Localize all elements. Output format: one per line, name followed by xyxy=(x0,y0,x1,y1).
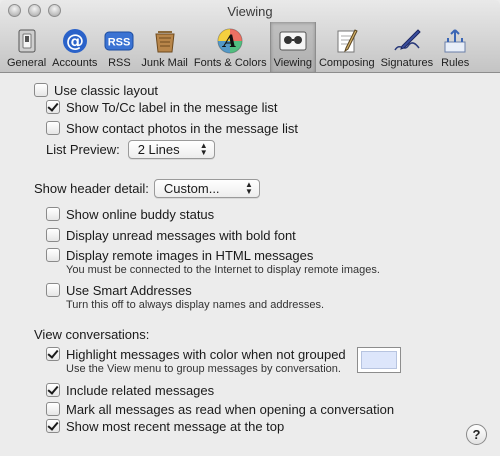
at-sign-icon: @ xyxy=(59,27,91,55)
recent-top-checkbox[interactable] xyxy=(46,419,60,433)
contact-photos-checkbox[interactable] xyxy=(46,121,60,135)
bold-unread-option[interactable]: Display unread messages with bold font xyxy=(46,226,296,244)
viewing-icon xyxy=(277,27,309,55)
toolbar-rss-label: RSS xyxy=(108,57,131,69)
rules-icon xyxy=(439,27,471,55)
preferences-window: Viewing General @ Accounts RSS RSS Junk … xyxy=(0,0,500,456)
toolbar-composing[interactable]: Composing xyxy=(316,22,378,72)
list-preview-label: List Preview: xyxy=(46,141,120,157)
list-preview-value: 2 Lines xyxy=(137,141,180,157)
contact-photos-label: Show contact photos in the message list xyxy=(66,120,298,136)
mark-read-option[interactable]: Mark all messages as read when opening a… xyxy=(46,400,394,418)
toolbar-rules[interactable]: Rules xyxy=(436,22,474,72)
header-detail-value: Custom... xyxy=(163,180,220,196)
classic-layout-label: Use classic layout xyxy=(54,82,159,98)
recent-top-label: Show most recent message at the top xyxy=(66,418,285,434)
titlebar: Viewing xyxy=(0,0,500,22)
remote-images-note: You must be connected to the Internet to… xyxy=(66,264,380,276)
bold-unread-checkbox[interactable] xyxy=(46,228,60,242)
header-detail-label: Show header detail: xyxy=(34,180,149,196)
include-related-option[interactable]: Include related messages xyxy=(46,381,214,399)
remote-images-checkbox[interactable] xyxy=(46,248,60,262)
view-conversations-heading: View conversations: xyxy=(34,326,150,342)
toolbar-viewing-label: Viewing xyxy=(273,57,312,69)
to-cc-label-label: Show To/Cc label in the message list xyxy=(66,99,278,115)
toolbar-accounts-label: Accounts xyxy=(52,57,98,69)
toolbar-signatures-label: Signatures xyxy=(380,57,434,69)
highlight-color-well[interactable] xyxy=(357,347,401,373)
svg-text:@: @ xyxy=(66,31,84,52)
remote-images-option[interactable]: Display remote images in HTML messages xyxy=(46,246,313,264)
color-a-icon: A xyxy=(214,27,246,55)
contact-photos-option[interactable]: Show contact photos in the message list xyxy=(46,119,298,137)
smart-addresses-label: Use Smart Addresses xyxy=(66,282,192,298)
bold-unread-label: Display unread messages with bold font xyxy=(66,227,296,243)
header-detail-popup[interactable]: Custom... ▲ ▼ xyxy=(153,178,260,198)
junk-mail-icon xyxy=(149,27,181,55)
smart-addresses-option[interactable]: Use Smart Addresses xyxy=(46,281,192,299)
recent-top-option[interactable]: Show most recent message at the top xyxy=(46,417,284,435)
include-related-label: Include related messages xyxy=(66,382,215,398)
svg-text:A: A xyxy=(222,32,237,52)
highlight-messages-checkbox[interactable] xyxy=(46,347,60,361)
toolbar-fonts-colors[interactable]: A Fonts & Colors xyxy=(191,22,270,72)
highlight-messages-option[interactable]: Highlight messages with color when not g… xyxy=(46,345,346,363)
toolbar-rules-label: Rules xyxy=(441,57,470,69)
mark-read-checkbox[interactable] xyxy=(46,402,60,416)
toolbar-junk-mail-label: Junk Mail xyxy=(141,57,188,69)
svg-text:RSS: RSS xyxy=(108,37,131,49)
classic-layout-checkbox[interactable] xyxy=(34,83,48,97)
pen-paper-icon xyxy=(331,27,363,55)
toolbar-junk-mail[interactable]: Junk Mail xyxy=(138,22,190,72)
viewing-preferences-pane: Use classic layout Show To/Cc label in t… xyxy=(0,74,500,456)
toolbar-accounts[interactable]: @ Accounts xyxy=(49,22,100,72)
toolbar-general-label: General xyxy=(7,57,47,69)
smart-addresses-note: Turn this off to always display names an… xyxy=(66,299,325,311)
buddy-status-option[interactable]: Show online buddy status xyxy=(46,205,214,223)
to-cc-label-checkbox[interactable] xyxy=(46,100,60,114)
classic-layout-option[interactable]: Use classic layout xyxy=(34,81,158,99)
list-preview-popup[interactable]: 2 Lines ▲ ▼ xyxy=(127,139,215,159)
buddy-status-label: Show online buddy status xyxy=(66,206,215,222)
buddy-status-checkbox[interactable] xyxy=(46,207,60,221)
signature-pen-icon xyxy=(391,27,423,55)
smart-addresses-checkbox[interactable] xyxy=(46,283,60,297)
toolbar-rss[interactable]: RSS RSS xyxy=(100,22,138,72)
highlight-messages-note: Use the View menu to group messages by c… xyxy=(66,363,341,375)
rss-icon: RSS xyxy=(103,27,135,55)
popup-arrows-icon: ▲ ▼ xyxy=(199,141,208,157)
remote-images-label: Display remote images in HTML messages xyxy=(66,247,314,263)
highlight-color-swatch xyxy=(361,351,397,369)
mark-read-label: Mark all messages as read when opening a… xyxy=(66,401,395,417)
to-cc-label-option[interactable]: Show To/Cc label in the message list xyxy=(46,98,277,116)
toolbar-viewing[interactable]: Viewing xyxy=(269,22,316,72)
window-chrome: Viewing General @ Accounts RSS RSS Junk … xyxy=(0,0,500,73)
highlight-messages-label: Highlight messages with color when not g… xyxy=(66,346,346,362)
preferences-toolbar: General @ Accounts RSS RSS Junk Mail A F… xyxy=(4,22,474,72)
list-preview-row: List Preview: 2 Lines ▲ ▼ xyxy=(46,139,215,159)
toolbar-signatures[interactable]: Signatures xyxy=(378,22,437,72)
popup-arrows-icon: ▲ ▼ xyxy=(245,180,253,196)
window-title: Viewing xyxy=(227,4,273,19)
toolbar-general[interactable]: General xyxy=(4,22,49,72)
include-related-checkbox[interactable] xyxy=(46,383,60,397)
help-button[interactable]: ? xyxy=(466,424,487,445)
toolbar-composing-label: Composing xyxy=(318,57,375,69)
header-detail-row: Show header detail: Custom... ▲ ▼ xyxy=(34,178,260,198)
switch-icon xyxy=(11,27,43,55)
toolbar-fonts-colors-label: Fonts & Colors xyxy=(193,57,267,69)
